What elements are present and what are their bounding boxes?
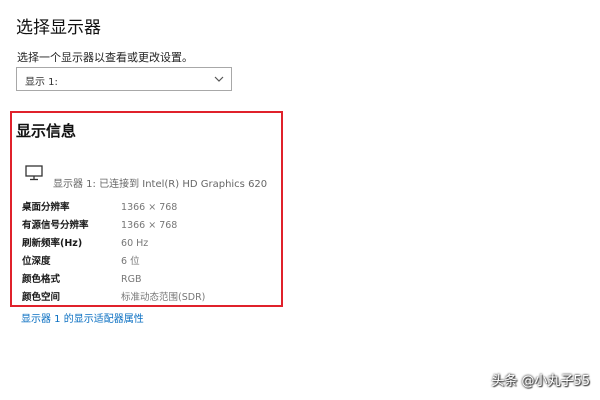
monitor-icon bbox=[25, 165, 43, 181]
display-information-panel: 显示信息 显示器 1: 已连接到 Intel(R) HD Graphics 62… bbox=[10, 111, 283, 307]
info-key: 颜色空间 bbox=[22, 292, 61, 303]
info-value: 标准动态范围(SDR) bbox=[121, 292, 206, 303]
display-information-heading: 显示信息 bbox=[16, 122, 77, 140]
info-value: 6 位 bbox=[121, 256, 140, 267]
info-row-color-format: 颜色格式 RGB bbox=[22, 271, 142, 285]
display-adapter-properties-link[interactable]: 显示器 1 的显示适配器属性 bbox=[21, 310, 144, 325]
choose-display-description: 选择一个显示器以查看或更改设置。 bbox=[17, 51, 193, 64]
info-value: 1366 × 768 bbox=[121, 202, 178, 213]
monitor-connection-description: 显示器 1: 已连接到 Intel(R) HD Graphics 620 bbox=[53, 179, 268, 190]
display-select-value: 显示 1: bbox=[25, 77, 58, 88]
info-row-color-space: 颜色空间 标准动态范围(SDR) bbox=[22, 289, 205, 303]
display-settings-page: 选择显示器 选择一个显示器以查看或更改设置。 显示 1: 显示信息 显示器 1:… bbox=[0, 0, 600, 400]
info-key: 颜色格式 bbox=[22, 274, 61, 285]
display-select-dropdown[interactable]: 显示 1: bbox=[16, 67, 232, 91]
info-key: 桌面分辨率 bbox=[22, 202, 70, 213]
choose-display-heading: 选择显示器 bbox=[16, 18, 101, 38]
info-value: 1366 × 768 bbox=[121, 220, 178, 231]
info-key: 位深度 bbox=[22, 256, 51, 267]
info-row-active-signal-resolution: 有源信号分辨率 1366 × 768 bbox=[22, 217, 177, 231]
info-row-refresh-rate: 刷新频率(Hz) 60 Hz bbox=[22, 235, 148, 249]
info-value: 60 Hz bbox=[121, 238, 149, 249]
info-key: 有源信号分辨率 bbox=[22, 220, 89, 231]
watermark: 头条 @小丸子55 bbox=[491, 374, 590, 389]
info-value: RGB bbox=[121, 274, 142, 285]
info-row-desktop-resolution: 桌面分辨率 1366 × 768 bbox=[22, 199, 177, 213]
chevron-down-icon bbox=[214, 76, 224, 82]
info-key: 刷新频率(Hz) bbox=[22, 238, 83, 249]
info-row-bit-depth: 位深度 6 位 bbox=[22, 253, 140, 267]
